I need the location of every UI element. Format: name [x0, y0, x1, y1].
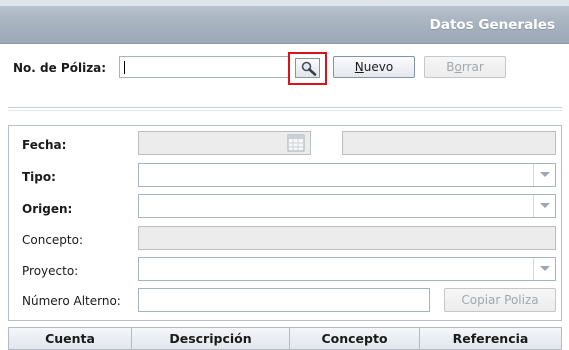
borrar-button[interactable]: Bo rrar [424, 56, 506, 78]
poliza-label: No. de Póliza: [13, 61, 107, 75]
numero-alterno-label: Número Alterno: [22, 294, 121, 308]
fecha-extra-field[interactable] [342, 131, 556, 155]
proyecto-label: Proyecto: [22, 264, 79, 278]
nuevo-label-rest: uevo [363, 60, 394, 74]
concepto-input[interactable] [138, 226, 556, 250]
concepto-label: Concepto: [22, 233, 84, 247]
fecha-input[interactable] [138, 131, 283, 155]
grid-header: Cuenta Descripción Concepto Referencia [8, 327, 562, 350]
tipo-label: Tipo: [22, 170, 56, 184]
proyecto-select[interactable] [138, 257, 556, 281]
origen-select[interactable] [138, 194, 556, 218]
numero-alterno-input[interactable] [138, 288, 430, 312]
column-header-descripcion[interactable]: Descripción [132, 328, 290, 349]
poliza-input[interactable] [119, 56, 289, 78]
chevron-down-icon[interactable] [533, 164, 555, 186]
tipo-select[interactable] [138, 163, 556, 187]
nuevo-mnemonic: N [354, 60, 364, 74]
titlebar-highlight [0, 0, 569, 6]
column-header-referencia[interactable]: Referencia [420, 328, 561, 349]
column-header-cuenta[interactable]: Cuenta [9, 328, 132, 349]
window-titlebar: Datos Generales [0, 0, 569, 44]
borrar-label-start: B [446, 60, 455, 74]
column-header-concepto[interactable]: Concepto [290, 328, 420, 349]
fecha-label: Fecha: [22, 138, 67, 152]
separator [8, 107, 562, 108]
window-title: Datos Generales [429, 17, 555, 33]
separator-shadow [8, 110, 562, 111]
search-icon [301, 61, 317, 76]
copiar-poliza-button[interactable]: Copiar Poliza [444, 288, 556, 312]
chevron-down-icon[interactable] [533, 195, 555, 217]
search-poliza-button[interactable] [288, 52, 327, 85]
borrar-mnemonic: o [454, 60, 462, 74]
calendar-icon [287, 134, 305, 152]
chevron-down-icon[interactable] [533, 258, 555, 280]
calendar-button[interactable] [282, 131, 311, 155]
text-caret [124, 61, 125, 74]
borrar-label-rest: rrar [461, 60, 484, 74]
nuevo-button[interactable]: Nuevo [333, 56, 415, 78]
origen-label: Origen: [22, 202, 73, 216]
search-button-face [295, 58, 320, 78]
